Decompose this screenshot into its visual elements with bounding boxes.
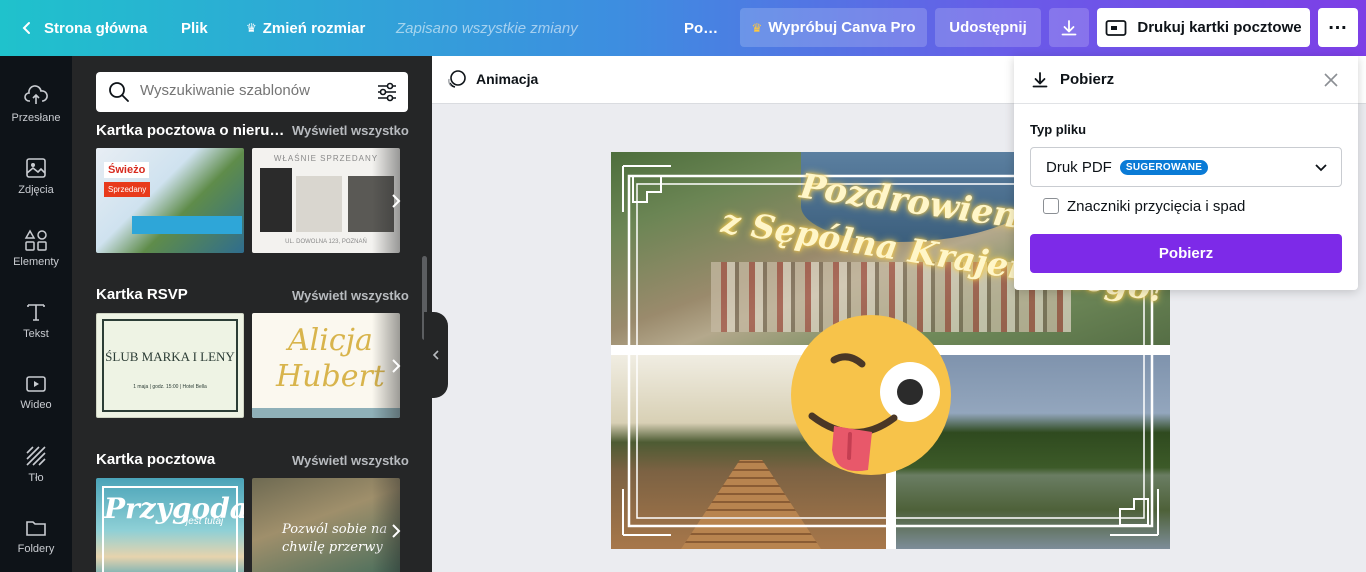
pool-shape [132,216,242,234]
chevron-right-icon[interactable] [384,354,408,378]
chevron-right-icon[interactable] [384,519,408,543]
section-title: Kartka pocztowa o nieru… [96,122,285,139]
download-button[interactable] [1049,8,1089,47]
rail-item-label: Przesłane [11,111,61,124]
print-postcards-button[interactable]: Drukuj kartki pocztowe [1097,8,1310,47]
template-thumbnail[interactable]: Świeżo Sprzedany [96,148,244,253]
thumb-text: Hubert [276,359,385,394]
crop-marks-label[interactable]: Znaczniki przycięcia i spad [1067,198,1245,215]
room-shape [296,176,342,232]
crop-marks-checkbox[interactable] [1043,198,1059,214]
design-title[interactable]: Po… [684,0,718,56]
thumb-text: Alicja [288,323,373,358]
pobierz-button[interactable]: Pobierz [1030,234,1342,273]
crown-icon: ♛ [751,20,763,35]
file-label: Plik [181,19,208,37]
download-panel-header: Pobierz [1014,56,1358,104]
download-panel: Pobierz Typ pliku Druk PDF SUGEROWANE Zn… [1014,56,1358,290]
crown-icon: ♛ [246,21,257,35]
resize-label: Zmień rozmiar [262,19,366,37]
share-label: Udostępnij [949,19,1027,36]
design-title-text: Po… [684,19,719,37]
search-box[interactable] [96,72,408,112]
see-all-link[interactable]: Wyświetl wszystko [292,453,409,468]
file-type-select[interactable]: Druk PDF SUGEROWANE [1030,147,1342,187]
folder-icon [26,520,46,536]
file-type-label: Typ pliku [1030,122,1087,137]
thumb-text: jest tutaj [186,516,224,527]
download-icon [1061,19,1077,35]
section-title: Kartka RSVP [96,286,188,303]
rail-item-label: Wideo [20,398,52,411]
see-all-link[interactable]: Wyświetl wszystko [292,288,409,303]
more-icon: … [1327,12,1349,34]
frame-border [102,319,238,412]
rail-item-label: Zdjęcia [18,183,54,196]
download-icon [1032,71,1048,87]
rail-item-video[interactable]: Wideo [0,356,72,428]
rail-item-text[interactable]: Tekst [0,284,72,356]
print-icon [1105,19,1127,36]
video-icon [26,375,46,392]
saved-status: Zapisano wszystkie zmiany [396,0,578,56]
home-link[interactable]: Strona główna [20,0,147,56]
template-thumbnail[interactable]: ŚLUB MARKA I LENY 1 maja | godz. 15:00 |… [96,313,244,418]
suggested-badge: SUGEROWANE [1119,159,1209,175]
file-type-value: Druk PDF [1046,158,1112,176]
rail-item-folders[interactable]: Foldery [0,500,72,572]
print-postcards-label: Drukuj kartki pocztowe [1137,19,1302,36]
see-all-link[interactable]: Wyświetl wszystko [292,123,409,138]
thumb-text: Świeżo [104,162,150,178]
collapse-panel-button[interactable] [424,312,448,398]
room-shape [260,168,292,232]
try-pro-label: Wypróbuj Canva Pro [768,19,916,36]
upload-icon [24,84,48,104]
rail-item-label: Tekst [23,327,49,340]
chevron-down-icon [1315,164,1327,172]
section-title: Kartka pocztowa [96,451,216,468]
photos-icon [26,157,46,178]
background-icon [26,445,46,466]
thumb-text: Sprzedany [104,182,151,197]
search-input[interactable] [140,82,360,99]
templates-panel: Kartka pocztowa o nieru… Wyświetl wszyst… [72,56,432,572]
try-pro-button[interactable]: ♛ Wypróbuj Canva Pro [740,8,927,47]
rail-item-label: Elementy [13,255,59,268]
animation-button[interactable]: Animacja [446,68,538,90]
file-menu[interactable]: Plik [181,0,208,56]
top-bar: Strona główna Plik ♛ Zmień rozmiar Zapis… [0,0,1366,56]
chevron-right-icon[interactable] [384,189,408,213]
close-icon[interactable] [1324,73,1338,87]
filter-icon[interactable] [376,81,398,103]
elements-icon [24,228,47,251]
pobierz-button-label: Pobierz [1158,245,1214,262]
rail-item-photos[interactable]: Zdjęcia [0,140,72,212]
rail-item-uploads[interactable]: Przesłane [0,68,72,140]
animation-icon [448,70,466,88]
rail-item-background[interactable]: Tło [0,428,72,500]
download-panel-title: Pobierz [1060,71,1115,88]
chevron-left-icon [432,350,439,360]
rail-item-label: Tło [28,471,44,484]
rail-item-elements[interactable]: Elementy [0,212,72,284]
template-thumbnail[interactable]: Przygoda jest tutaj [96,478,244,572]
search-icon [109,82,129,102]
home-label: Strona główna [44,19,148,37]
share-button[interactable]: Udostępnij [935,8,1041,47]
rail-item-label: Foldery [17,542,55,555]
winking-tongue-emoji-icon[interactable] [776,300,966,490]
animation-label: Animacja [476,71,539,87]
text-icon [27,303,45,321]
saved-status-text: Zapisano wszystkie zmiany [396,19,578,37]
thumb-text: chwilę przerwy [282,540,383,555]
resize-menu[interactable]: ♛ Zmień rozmiar [246,0,365,56]
chevron-left-icon [22,22,30,34]
more-button[interactable]: … [1318,8,1358,47]
